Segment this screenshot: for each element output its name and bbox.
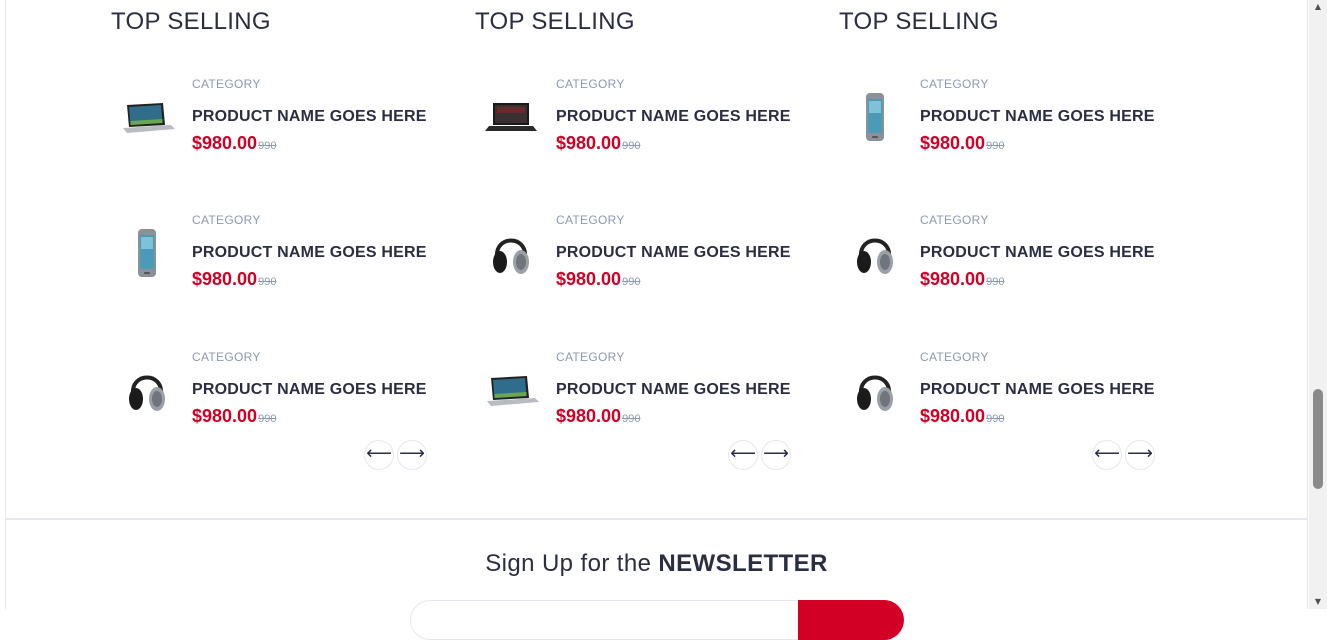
laptop-image[interactable] <box>483 364 539 416</box>
product-name: PRODUCT NAME GOES HERE <box>556 244 791 262</box>
product-widget[interactable]: CATEGORY PRODUCT NAME GOES HERE $980.009… <box>475 213 805 303</box>
current-price: $980.00 <box>556 406 622 426</box>
product-category: CATEGORY <box>556 350 625 364</box>
old-price: 990 <box>986 140 1005 152</box>
product-category: CATEGORY <box>920 213 989 227</box>
old-price: 990 <box>258 140 277 152</box>
product-name: PRODUCT NAME GOES HERE <box>192 244 427 262</box>
top-selling-column-2: TOP SELLING CATEGORY PRODUCT NAME GOES H… <box>475 0 805 480</box>
newsletter-title-prefix: Sign Up for the <box>485 550 659 577</box>
product-category: CATEGORY <box>556 213 625 227</box>
product-widget[interactable]: CATEGORY PRODUCT NAME GOES HERE $980.009… <box>475 77 805 167</box>
old-price: 990 <box>258 276 277 288</box>
product-widget[interactable]: CATEGORY PRODUCT NAME GOES HERE $980.009… <box>839 350 1169 440</box>
newsletter-subscribe-button[interactable] <box>798 600 904 640</box>
old-price: 990 <box>622 140 641 152</box>
product-category: CATEGORY <box>192 213 261 227</box>
product-name-link[interactable]: PRODUCT NAME GOES HERE <box>192 244 427 261</box>
arrow-left-icon[interactable]: ⟵ <box>1092 440 1122 470</box>
phone-image[interactable] <box>119 227 175 279</box>
newsletter-title: Sign Up for the NEWSLETTER <box>0 550 1313 578</box>
current-price: $980.00 <box>920 406 986 426</box>
headphones-image[interactable] <box>119 364 175 416</box>
product-widget[interactable]: CATEGORY PRODUCT NAME GOES HERE $980.009… <box>475 350 805 440</box>
slick-nav: ⟵ ⟶ <box>364 440 430 472</box>
product-price: $980.00990 <box>556 133 640 154</box>
product-name-link[interactable]: PRODUCT NAME GOES HERE <box>556 381 791 398</box>
vertical-scrollbar[interactable]: ▲ ▼ <box>1309 0 1327 609</box>
arrow-left-icon[interactable]: ⟵ <box>364 440 394 470</box>
old-price: 990 <box>986 276 1005 288</box>
current-price: $980.00 <box>192 269 258 289</box>
arrow-right-icon[interactable]: ⟶ <box>761 440 791 470</box>
current-price: $980.00 <box>556 269 622 289</box>
product-name-link[interactable]: PRODUCT NAME GOES HERE <box>556 108 791 125</box>
headphones-image[interactable] <box>483 227 539 279</box>
current-price: $980.00 <box>192 406 258 426</box>
top-selling-column-3: TOP SELLING CATEGORY PRODUCT NAME GOES H… <box>839 0 1169 480</box>
product-name-link[interactable]: PRODUCT NAME GOES HERE <box>556 244 791 261</box>
product-name-link[interactable]: PRODUCT NAME GOES HERE <box>920 108 1155 125</box>
old-price: 990 <box>986 413 1005 425</box>
newsletter-title-emphasis: NEWSLETTER <box>658 550 828 577</box>
product-name: PRODUCT NAME GOES HERE <box>192 381 427 399</box>
arrow-left-icon[interactable]: ⟵ <box>728 440 758 470</box>
headphones-image[interactable] <box>847 364 903 416</box>
product-name: PRODUCT NAME GOES HERE <box>192 108 427 126</box>
old-price: 990 <box>258 413 277 425</box>
scroll-up-icon[interactable]: ▲ <box>1309 0 1327 14</box>
arrow-right-icon[interactable]: ⟶ <box>397 440 427 470</box>
product-name-link[interactable]: PRODUCT NAME GOES HERE <box>192 108 427 125</box>
section-title: TOP SELLING <box>111 8 271 35</box>
old-price: 990 <box>622 413 641 425</box>
product-price: $980.00990 <box>192 269 276 290</box>
product-name-link[interactable]: PRODUCT NAME GOES HERE <box>920 381 1155 398</box>
product-category: CATEGORY <box>920 77 989 91</box>
product-widget[interactable]: CATEGORY PRODUCT NAME GOES HERE $980.009… <box>839 77 1169 167</box>
product-category: CATEGORY <box>192 77 261 91</box>
product-name-link[interactable]: PRODUCT NAME GOES HERE <box>192 381 427 398</box>
product-widget[interactable]: CATEGORY PRODUCT NAME GOES HERE $980.009… <box>839 213 1169 303</box>
laptop-image[interactable] <box>119 91 175 143</box>
product-name: PRODUCT NAME GOES HERE <box>556 108 791 126</box>
current-price: $980.00 <box>920 269 986 289</box>
product-price: $980.00990 <box>192 133 276 154</box>
product-name: PRODUCT NAME GOES HERE <box>920 381 1155 399</box>
newsletter-email-input[interactable] <box>410 600 810 640</box>
product-widget[interactable]: CATEGORY PRODUCT NAME GOES HERE $980.009… <box>111 350 441 440</box>
product-price: $980.00990 <box>920 133 1004 154</box>
current-price: $980.00 <box>920 133 986 153</box>
headphones-image[interactable] <box>847 227 903 279</box>
product-name: PRODUCT NAME GOES HERE <box>920 108 1155 126</box>
product-name: PRODUCT NAME GOES HERE <box>556 381 791 399</box>
section-divider <box>5 518 1308 520</box>
section-title: TOP SELLING <box>839 8 999 35</box>
product-category: CATEGORY <box>192 350 261 364</box>
old-price: 990 <box>622 276 641 288</box>
phone-image[interactable] <box>847 91 903 143</box>
slick-nav: ⟵ ⟶ <box>728 440 794 472</box>
laptop-image[interactable] <box>483 91 539 143</box>
product-name-link[interactable]: PRODUCT NAME GOES HERE <box>920 244 1155 261</box>
product-price: $980.00990 <box>920 406 1004 427</box>
product-widget[interactable]: CATEGORY PRODUCT NAME GOES HERE $980.009… <box>111 213 441 303</box>
product-price: $980.00990 <box>556 406 640 427</box>
current-price: $980.00 <box>556 133 622 153</box>
product-name: PRODUCT NAME GOES HERE <box>920 244 1155 262</box>
scroll-down-icon[interactable]: ▼ <box>1309 595 1327 609</box>
product-category: CATEGORY <box>556 77 625 91</box>
scrollbar-thumb[interactable] <box>1313 389 1323 489</box>
arrow-right-icon[interactable]: ⟶ <box>1125 440 1155 470</box>
section-title: TOP SELLING <box>475 8 635 35</box>
slick-nav: ⟵ ⟶ <box>1092 440 1158 472</box>
product-price: $980.00990 <box>192 406 276 427</box>
current-price: $980.00 <box>192 133 258 153</box>
product-price: $980.00990 <box>920 269 1004 290</box>
product-widget[interactable]: CATEGORY PRODUCT NAME GOES HERE $980.009… <box>111 77 441 167</box>
product-category: CATEGORY <box>920 350 989 364</box>
product-price: $980.00990 <box>556 269 640 290</box>
top-selling-column-1: TOP SELLING CATEGORY PRODUCT NAME GOES H… <box>111 0 441 480</box>
